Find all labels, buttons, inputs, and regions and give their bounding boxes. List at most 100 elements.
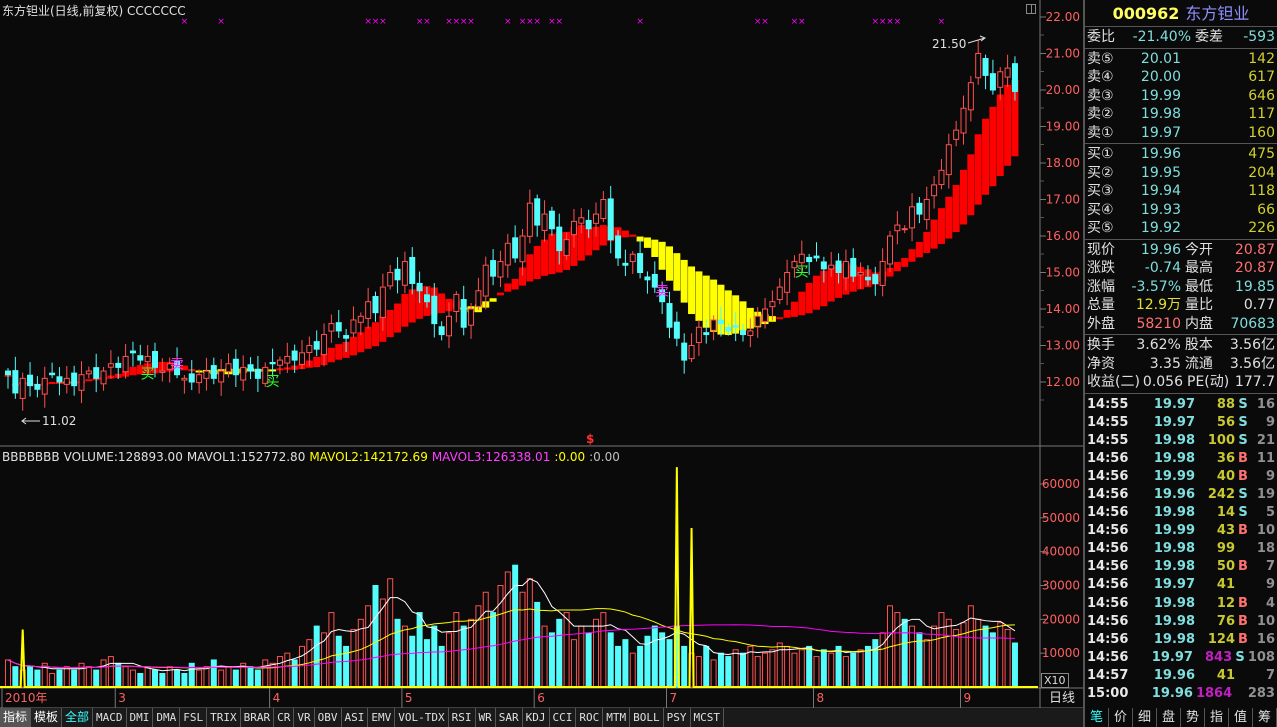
panel-tab[interactable]: 盘 bbox=[1157, 708, 1181, 727]
period-button[interactable]: 日线 bbox=[1042, 690, 1082, 708]
tab-macd[interactable]: MACD bbox=[93, 708, 127, 727]
volume-bar-up bbox=[923, 639, 930, 688]
volume-bar-down bbox=[152, 669, 158, 688]
tick-time: 14:56 bbox=[1087, 486, 1129, 502]
ma-ribbon-bar bbox=[783, 309, 791, 318]
tab-mcst[interactable]: MCST bbox=[691, 708, 725, 727]
ask-row[interactable]: 卖④ 20.00 617 bbox=[1085, 68, 1277, 87]
volume-header: BBBBBBB VOLUME:128893.00 MAVOL1:152772.80 M… bbox=[2, 450, 624, 464]
volume-axis-label: 10000 bbox=[1042, 646, 1080, 660]
tab-trix[interactable]: TRIX bbox=[207, 708, 241, 727]
volume-bar-down bbox=[34, 669, 41, 688]
candle-down bbox=[512, 237, 519, 259]
panel-tab[interactable]: 值 bbox=[1229, 708, 1253, 727]
volume-bar-up bbox=[909, 625, 916, 688]
stat-label: 最高 bbox=[1185, 260, 1213, 276]
candle-up bbox=[328, 323, 335, 332]
ma-ribbon-bar bbox=[908, 249, 916, 262]
tick-volume: 124 bbox=[1207, 631, 1235, 647]
tick-side: B bbox=[1238, 631, 1248, 647]
tab-indicator[interactable]: 指标 bbox=[0, 708, 32, 727]
tab-mtm[interactable]: MTM bbox=[603, 708, 631, 727]
tab-vr[interactable]: VR bbox=[294, 708, 315, 727]
tab-dma[interactable]: DMA bbox=[153, 708, 181, 727]
tick-row: 14:56 19.98 36 B 11 bbox=[1085, 450, 1277, 468]
tab-roc[interactable]: ROC bbox=[576, 708, 604, 727]
candle-down bbox=[835, 260, 842, 273]
tab-template[interactable]: 模板 bbox=[31, 708, 63, 727]
bid-row[interactable]: 买④ 19.93 66 bbox=[1085, 201, 1277, 220]
volume-bar-down bbox=[548, 632, 555, 688]
tab-brar[interactable]: BRAR bbox=[241, 708, 275, 727]
price-axis-label: 13.00 bbox=[1046, 339, 1080, 353]
stock-code: 000962 bbox=[1112, 4, 1180, 23]
tab-kdj[interactable]: KDJ bbox=[523, 708, 550, 727]
tick-row: 15:00 19.96 1864 283 bbox=[1085, 685, 1277, 703]
ask-row[interactable]: 卖② 19.98 117 bbox=[1085, 105, 1277, 124]
tick-price: 19.98 bbox=[1153, 613, 1195, 629]
tab-sar[interactable]: SAR bbox=[496, 708, 523, 727]
tab-fsl[interactable]: FSL bbox=[180, 708, 208, 727]
zoom-level-badge[interactable]: X10 bbox=[1041, 673, 1069, 688]
tick-volume: 56 bbox=[1216, 414, 1235, 430]
panel-tab[interactable]: 势 bbox=[1181, 708, 1205, 727]
kline-chart[interactable]: 22.00 21.00 20.00 19.00 18.00 17.00 16.00 15.00… bbox=[0, 0, 1083, 708]
tab-emv[interactable]: EMV bbox=[368, 708, 396, 727]
candle-down bbox=[269, 361, 276, 365]
tab-asi[interactable]: ASI bbox=[342, 708, 369, 727]
ask-row[interactable]: 卖① 19.97 160 bbox=[1085, 124, 1277, 143]
tick-count: 16 bbox=[1256, 396, 1275, 412]
panel-tab[interactable]: 价 bbox=[1109, 708, 1133, 727]
ask-row-price: 19.99 bbox=[1140, 87, 1181, 104]
tick-side: B bbox=[1238, 450, 1248, 466]
window-toggle-button[interactable] bbox=[1026, 4, 1036, 14]
candle-down bbox=[152, 351, 158, 368]
candle-up bbox=[379, 286, 386, 318]
tab-vol-tdx[interactable]: VOL-TDX bbox=[395, 708, 449, 727]
bid-row[interactable]: 买⑤ 19.92 226 bbox=[1085, 219, 1277, 238]
price-axis-label: 21.00 bbox=[1046, 47, 1080, 61]
tab-all[interactable]: 全部 bbox=[62, 708, 94, 727]
ask-row[interactable]: 卖③ 19.99 646 bbox=[1085, 87, 1277, 106]
finance-value: 177.7 bbox=[1234, 374, 1275, 390]
mavol3-value: MAVOL3:126338.01 bbox=[431, 450, 551, 464]
tab-cci[interactable]: CCI bbox=[550, 708, 577, 727]
tab-boll[interactable]: BOLL bbox=[630, 708, 664, 727]
bid-row-volume: 66 bbox=[1257, 201, 1275, 218]
tab-obv[interactable]: OBV bbox=[315, 708, 342, 727]
bid-row[interactable]: 买② 19.95 204 bbox=[1085, 164, 1277, 183]
panel-tab[interactable]: 细 bbox=[1133, 708, 1157, 727]
ask-row[interactable]: 卖⑤ 20.01 142 bbox=[1085, 50, 1277, 69]
candle-up bbox=[299, 352, 305, 365]
tick-side bbox=[1235, 667, 1251, 685]
panel-tab[interactable]: 指 bbox=[1205, 708, 1229, 727]
tick-volume: 41 bbox=[1216, 667, 1235, 683]
panel-tab[interactable]: 笔 bbox=[1085, 708, 1109, 727]
volume-bar-down bbox=[872, 639, 879, 688]
tick-list[interactable]: 14:55 19.97 88 S 16 14:55 19.97 56 S 9 14:55 19.98 1… bbox=[1085, 394, 1277, 704]
candle-down bbox=[409, 256, 416, 284]
tab-psy[interactable]: PSY bbox=[664, 708, 691, 727]
tab-wr[interactable]: WR bbox=[476, 708, 496, 727]
volume-bar-up bbox=[468, 618, 475, 688]
ma-ribbon-bar bbox=[937, 208, 945, 245]
ask-row-volume: 160 bbox=[1248, 124, 1275, 141]
top-signal-marker: × bbox=[761, 17, 769, 27]
tick-price: 19.98 bbox=[1153, 450, 1195, 466]
candle-down bbox=[717, 319, 724, 325]
volume-bar-down bbox=[247, 666, 254, 688]
tab-dmi[interactable]: DMI bbox=[127, 708, 154, 727]
bid-row[interactable]: 买① 19.96 475 bbox=[1085, 145, 1277, 164]
tick-price: 19.98 bbox=[1153, 432, 1195, 448]
candle-up bbox=[578, 217, 585, 224]
candle-up bbox=[776, 286, 783, 301]
ma-ribbon-bar bbox=[673, 253, 681, 291]
tab-rsi[interactable]: RSI bbox=[449, 708, 476, 727]
volume-bar-down bbox=[460, 625, 467, 688]
candle-up bbox=[1004, 67, 1011, 78]
bid-row[interactable]: 买③ 19.94 118 bbox=[1085, 182, 1277, 201]
panel-tab[interactable]: 筹 bbox=[1253, 708, 1277, 727]
candle-up bbox=[100, 370, 107, 385]
tab-cr[interactable]: CR bbox=[274, 708, 295, 727]
